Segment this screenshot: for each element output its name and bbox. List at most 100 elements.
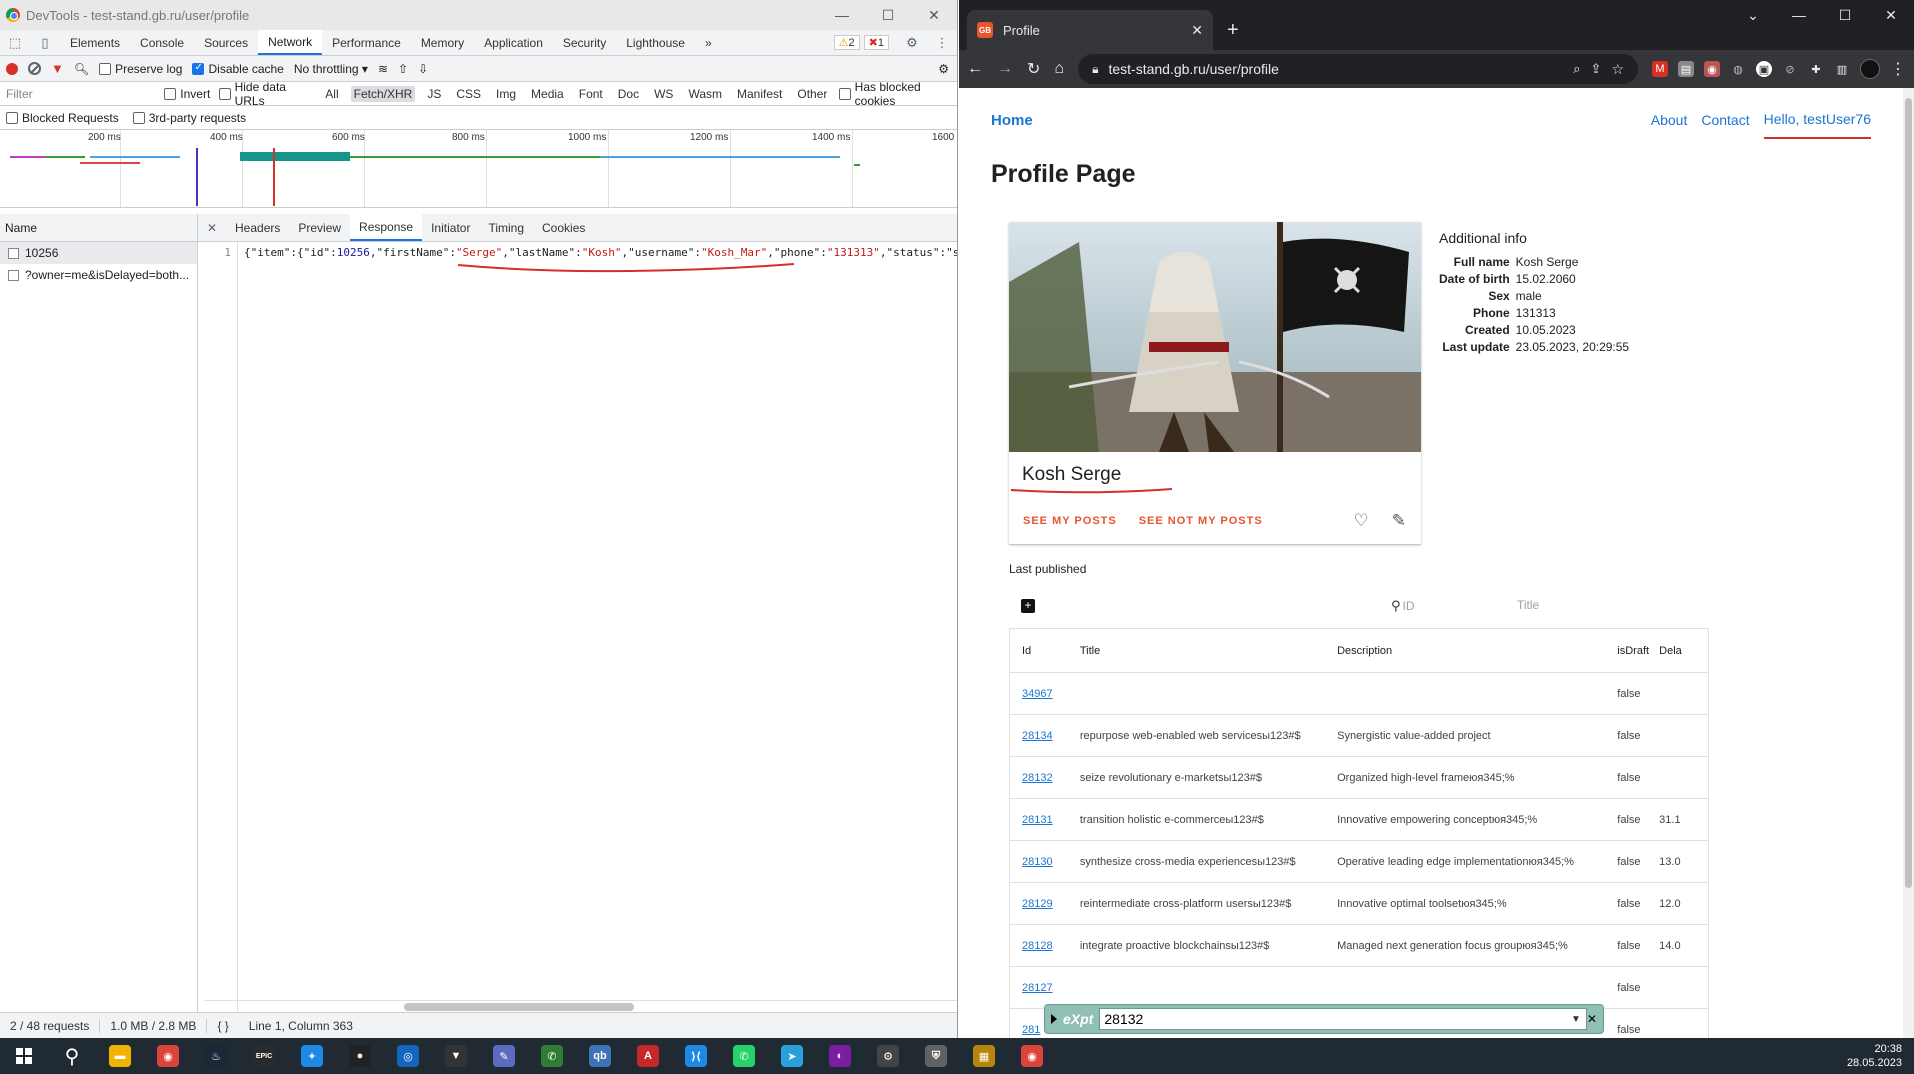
close-icon[interactable]: ✕ (1868, 0, 1914, 30)
chrome-icon[interactable]: ◉ (144, 1038, 192, 1074)
type-filter-doc[interactable]: Doc (615, 86, 642, 102)
type-filter-all[interactable]: All (322, 86, 341, 102)
compass-extension-icon[interactable]: ⊘ (1782, 61, 1798, 77)
extension-icon[interactable]: ▣ (1756, 61, 1772, 77)
puzzle-extensions-icon[interactable]: ✚ (1808, 61, 1824, 77)
bookmark-star-icon[interactable]: ☆ (1611, 61, 1624, 78)
home-icon[interactable]: ⌂ (1054, 60, 1064, 78)
type-filter-manifest[interactable]: Manifest (734, 86, 785, 102)
close-icon[interactable]: ✕ (1587, 1012, 1597, 1026)
gmail-extension-icon[interactable]: M (1652, 61, 1668, 77)
has-blocked-cookies-checkbox[interactable]: Has blocked cookies (839, 80, 957, 108)
type-filter-ws[interactable]: WS (651, 86, 676, 102)
browser-menu-icon[interactable]: ⋮ (1890, 59, 1906, 79)
post-id-link[interactable]: 34967 (1022, 688, 1053, 700)
edit-pencil-icon[interactable]: ✎ (1392, 511, 1407, 531)
home-link[interactable]: Home (991, 112, 1637, 129)
heart-icon[interactable]: ♡ (1354, 511, 1370, 531)
warnings-badge[interactable]: ⚠2 (833, 35, 860, 50)
close-icon[interactable]: ✕ (911, 0, 957, 30)
whatsapp-icon[interactable]: ✆ (720, 1038, 768, 1074)
taskbar-search-icon[interactable]: ⚲ (48, 1038, 96, 1074)
type-filter-font[interactable]: Font (576, 86, 606, 102)
post-id-link[interactable]: 28128 (1022, 940, 1053, 952)
fox-icon[interactable]: ▼ (432, 1038, 480, 1074)
about-link[interactable]: About (1651, 112, 1688, 128)
request-list-header[interactable]: Name (0, 214, 197, 242)
table-row[interactable]: 28127 false (1010, 967, 1708, 1009)
tab-timing[interactable]: Timing (479, 214, 533, 241)
third-party-requests-checkbox[interactable]: 3rd-party requests (132, 111, 246, 125)
network-conditions-icon[interactable]: ≋ (378, 62, 388, 76)
tab-console[interactable]: Console (130, 30, 194, 55)
extension-icon[interactable]: ▤ (1678, 61, 1694, 77)
inspect-element-icon[interactable]: ⬚ (0, 35, 30, 51)
close-tab-icon[interactable]: ✕ (1191, 22, 1203, 39)
type-filter-wasm[interactable]: Wasm (685, 86, 725, 102)
minimize-icon[interactable]: — (819, 0, 865, 30)
tab-network[interactable]: Network (258, 30, 323, 55)
globe-extension-icon[interactable]: ◍ (1730, 61, 1746, 77)
table-row[interactable]: 28131 transition holistic e-commerceы123#… (1010, 799, 1708, 841)
import-har-icon[interactable]: ⇧ (398, 62, 408, 76)
column-header-title[interactable]: Title (1068, 645, 1325, 657)
tab-security[interactable]: Security (553, 30, 616, 55)
user-menu-link[interactable]: Hello, testUser76 (1763, 111, 1871, 139)
telegram-icon[interactable]: ➤ (768, 1038, 816, 1074)
page-vertical-scrollbar[interactable] (1903, 88, 1914, 1038)
browser-tab-profile[interactable]: GB Profile ✕ (967, 10, 1213, 50)
tab-headers[interactable]: Headers (226, 214, 289, 241)
tab-search-icon[interactable]: ⌄ (1730, 0, 1776, 30)
chrome-2-icon[interactable]: ◉ (1008, 1038, 1056, 1074)
pretty-print-button[interactable]: { } (207, 1019, 238, 1033)
column-header-isdraft[interactable]: isDraft (1609, 645, 1657, 657)
search-id-input[interactable]: ⚲ ID (1391, 598, 1415, 614)
table-row[interactable]: 34967 false (1010, 673, 1708, 715)
type-filter-media[interactable]: Media (528, 86, 567, 102)
expt-input[interactable]: 28132 (1099, 1008, 1588, 1030)
obs-icon[interactable]: ● (336, 1038, 384, 1074)
kebab-menu-icon[interactable]: ⋮ (927, 35, 957, 51)
epic-games-icon[interactable]: EPIC (240, 1038, 288, 1074)
disable-cache-checkbox[interactable]: Disable cache (192, 62, 284, 76)
table-row[interactable]: 28134 repurpose web-enabled web servicesы… (1010, 715, 1708, 757)
file-explorer-icon[interactable]: ▬ (96, 1038, 144, 1074)
maximize-icon[interactable]: ☐ (1822, 0, 1868, 30)
hide-data-urls-checkbox[interactable]: Hide data URLs (219, 80, 313, 108)
throttling-select[interactable]: No throttling ▾ (294, 62, 368, 76)
steam-icon[interactable]: ♨ (192, 1038, 240, 1074)
tab-cookies[interactable]: Cookies (533, 214, 594, 241)
lock-icon[interactable]: 🔒︎ (1092, 62, 1098, 77)
acrobat-icon[interactable]: A (624, 1038, 672, 1074)
tab-response[interactable]: Response (350, 214, 423, 241)
profile-avatar[interactable] (1860, 59, 1880, 79)
device-toolbar-icon[interactable]: ▯ (30, 35, 60, 51)
response-viewer[interactable]: 1 {"item":{"id":10256,"firstName":"Serge… (198, 242, 957, 1018)
zoom-icon[interactable]: ⌕ (1573, 61, 1580, 77)
request-row[interactable]: ?owner=me&isDelayed=both... (0, 264, 197, 286)
tab-lighthouse[interactable]: Lighthouse (616, 30, 695, 55)
tab-sources[interactable]: Sources (194, 30, 258, 55)
table-row[interactable]: 28128 integrate proactive blockchainsы123… (1010, 925, 1708, 967)
response-body[interactable]: {"item":{"id":10256,"firstName":"Serge",… (244, 246, 957, 259)
preserve-log-checkbox[interactable]: Preserve log (99, 62, 182, 76)
search-title-input[interactable]: Title (1517, 598, 1539, 612)
tab-performance[interactable]: Performance (322, 30, 411, 55)
windows-start-icon[interactable] (0, 1038, 48, 1074)
table-row[interactable]: 28129 reintermediate cross-platform users… (1010, 883, 1708, 925)
tab-preview[interactable]: Preview (289, 214, 350, 241)
qbittorrent-icon[interactable]: qb (576, 1038, 624, 1074)
maximize-icon[interactable]: ☐ (865, 0, 911, 30)
back-icon[interactable]: ← (967, 60, 983, 78)
settings-icon[interactable]: ⚙ (864, 1038, 912, 1074)
minimize-icon[interactable]: — (1776, 0, 1822, 30)
column-header-delayed[interactable]: Dela (1657, 645, 1708, 657)
tab-elements[interactable]: Elements (60, 30, 130, 55)
battlenet-icon[interactable]: ✦ (288, 1038, 336, 1074)
request-row[interactable]: 10256 (0, 242, 197, 264)
post-id-link[interactable]: 28127 (1022, 982, 1053, 994)
filter-icon[interactable]: ▼ (51, 61, 64, 76)
type-filter-css[interactable]: CSS (453, 86, 484, 102)
new-tab-icon[interactable]: + (1227, 19, 1239, 42)
post-id-link[interactable]: 28132 (1022, 772, 1053, 784)
